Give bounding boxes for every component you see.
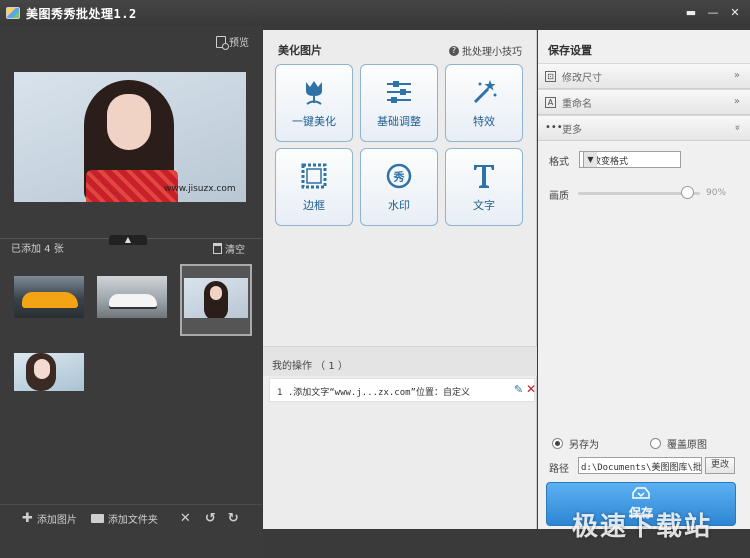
beautify-title: 美化图片 [278,44,322,57]
left-panel: 预览 www.jisuzx.com ▲ 已添加 4 张 清空 ✚ 添加图片 添加… [0,26,262,558]
section-rename[interactable]: A 重命名 » [538,89,750,115]
list-item[interactable]: 1 .添加文字“www.j...zx.com”位置：自定义 ✎ ✕ [269,378,536,402]
preview-icon [216,35,229,50]
thumbnail-orange-car[interactable] [14,276,84,318]
operation-text: 1 .添加文字“www.j...zx.com”位置：自定义 [277,388,470,398]
folder-icon [90,514,104,523]
tool-label: 一键美化 [292,115,336,128]
tool-one-click-beautify[interactable]: 一键美化 [275,64,353,142]
section-label: 修改尺寸 [562,72,602,84]
dropdown-arrow-icon: ▼ [583,152,597,167]
format-label: 格式 [549,157,569,168]
rename-icon: A [545,96,556,108]
text-icon [469,161,499,191]
save-as-label: 另存为 [569,440,599,451]
clear-button[interactable]: 清空 [213,241,245,256]
tool-label: 边框 [303,199,325,212]
radio-selected[interactable] [552,438,563,449]
rotate-left-icon[interactable]: ↺ [205,511,216,526]
rotate-right-icon[interactable]: ↻ [228,511,239,526]
watermark-icon: 秀 [384,161,414,191]
save-icon [632,487,650,503]
tool-label: 水印 [388,199,410,212]
overwrite-option[interactable]: 覆盖原图 [650,436,707,451]
section-resize[interactable]: ⊡ 修改尺寸 » [538,63,750,89]
format-select[interactable]: 不改变格式 ▼ [579,151,681,168]
menu-icon[interactable]: ▬ [682,3,700,21]
save-settings-panel: 保存设置 ⊡ 修改尺寸 » A 重命名 » ••• 更多 » 格式 不改变格式 … [538,30,750,529]
tool-effects[interactable]: 特效 [445,64,523,142]
window-controls: ▬ — ✕ [682,3,744,21]
magic-wand-icon [469,77,499,107]
tips-link[interactable]: ? 批处理小技巧 [449,43,522,58]
add-folder-button[interactable]: 添加文件夹 [90,511,158,526]
preview-button[interactable]: 预览 [216,34,249,50]
left-toolbar: ✚ 添加图片 添加文件夹 ✕ ↺ ↻ [0,504,262,532]
site-watermark: 极速下载站 [572,512,713,542]
preview-label: 预览 [229,38,249,49]
quality-value: 90% [706,188,727,198]
chevron-right-icon: » [733,96,740,107]
section-label: 更多 [562,124,582,136]
tool-text[interactable]: 文字 [445,148,523,226]
path-field[interactable]: d:\Documents\美图图库\批处 [578,457,702,474]
app-icon [6,7,20,19]
add-image-button[interactable]: ✚ 添加图片 [22,511,77,526]
delete-icon[interactable]: ✕ [180,511,191,526]
tips-label: 批处理小技巧 [462,47,522,58]
add-image-label: 添加图片 [36,515,77,526]
chevron-down-icon: » [731,124,743,131]
operations-title: 我的操作 （ 1 ） [272,361,348,372]
radio-unselected[interactable] [650,438,661,449]
pencil-icon[interactable]: ✎ [514,383,523,396]
overwrite-label: 覆盖原图 [667,440,707,451]
help-icon: ? [449,45,459,56]
delete-icon[interactable]: ✕ [526,382,536,396]
plus-icon: ✚ [22,511,33,526]
tool-label: 文字 [473,199,495,212]
tool-basic-adjust[interactable]: 基础调整 [360,64,438,142]
title-bar: 美图秀秀批处理1.2 ▬ — ✕ [0,0,750,26]
thumbnail-selected-woman[interactable] [180,264,252,336]
quality-label: 画质 [549,191,569,202]
frame-icon [299,161,329,191]
sliders-icon [384,77,414,107]
more-icon: ••• [545,121,563,133]
quality-slider-thumb[interactable] [681,186,695,199]
preview-watermark-text: www.jisuzx.com [164,184,236,194]
tool-label: 基础调整 [377,115,421,128]
change-path-button[interactable]: 更改 [705,457,735,474]
tool-watermark[interactable]: 秀 水印 [360,148,438,226]
tool-frame[interactable]: 边框 [275,148,353,226]
save-settings-title: 保存设置 [548,44,592,57]
section-label: 重命名 [562,98,592,110]
tulip-icon [299,77,329,107]
add-folder-label: 添加文件夹 [107,515,158,526]
preview-image: www.jisuzx.com [14,72,246,202]
beautify-panel: 美化图片 ? 批处理小技巧 一键美化 基础调整 特效 边框 秀 水印 文字 我的… [263,30,537,529]
close-icon[interactable]: ✕ [726,3,744,21]
operations-header: 我的操作 （ 1 ） [263,346,537,376]
added-count: 已添加 4 张 [11,244,64,255]
svg-text:秀: 秀 [393,170,405,184]
thumbnail-white-car[interactable] [97,276,167,318]
minimize-icon[interactable]: — [704,3,722,21]
app-title: 美图秀秀批处理1.2 [26,6,137,21]
thumbnail-woman-portrait[interactable] [14,353,84,391]
crop-icon: ⊡ [545,70,556,82]
chevron-right-icon: » [733,70,740,81]
save-as-option[interactable]: 另存为 [552,436,599,451]
trash-icon [213,243,222,254]
clear-label: 清空 [225,245,245,256]
section-more[interactable]: ••• 更多 » [538,115,750,141]
collapse-toggle-icon[interactable]: ▲ [109,235,147,245]
path-label: 路径 [549,464,569,475]
tool-label: 特效 [473,115,495,128]
